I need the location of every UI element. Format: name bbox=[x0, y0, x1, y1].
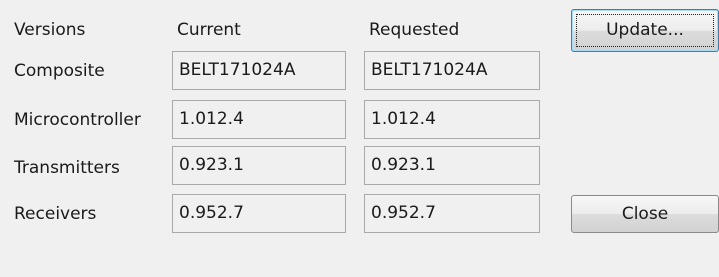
close-button-label: Close bbox=[621, 204, 669, 224]
receivers-requested-field: 0.952.7 bbox=[364, 194, 540, 233]
requested-header: Requested bbox=[369, 20, 460, 40]
current-header: Current bbox=[177, 20, 241, 40]
composite-current-field: BELT171024A bbox=[172, 51, 346, 90]
row-label-microcontroller: Microcontroller bbox=[14, 110, 141, 130]
versions-header: Versions bbox=[14, 20, 86, 40]
close-button[interactable]: Close bbox=[571, 195, 719, 233]
update-button[interactable]: Update... bbox=[571, 9, 719, 52]
composite-requested-field: BELT171024A bbox=[364, 51, 540, 90]
row-label-receivers: Receivers bbox=[14, 204, 97, 224]
transmitters-current-field: 0.923.1 bbox=[172, 146, 346, 185]
microcontroller-current-field: 1.012.4 bbox=[172, 100, 346, 139]
update-button-label: Update... bbox=[606, 20, 684, 40]
row-label-composite: Composite bbox=[14, 61, 105, 81]
microcontroller-requested-field: 1.012.4 bbox=[364, 100, 540, 139]
version-dialog: Versions Current Requested Composite BEL… bbox=[0, 0, 719, 277]
row-label-transmitters: Transmitters bbox=[14, 158, 120, 178]
receivers-current-field: 0.952.7 bbox=[172, 194, 346, 233]
transmitters-requested-field: 0.923.1 bbox=[364, 146, 540, 185]
